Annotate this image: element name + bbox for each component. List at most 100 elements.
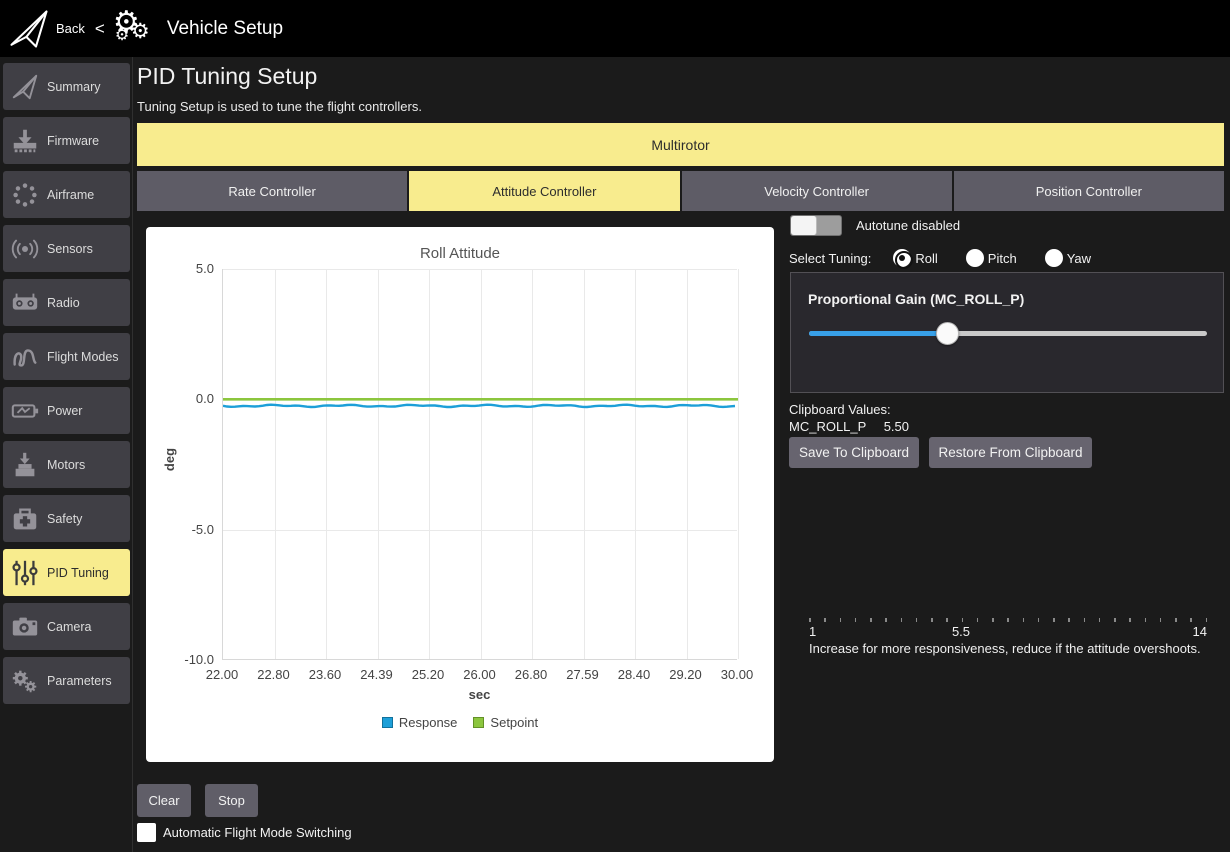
tab-position-controller[interactable]: Position Controller — [954, 171, 1224, 211]
stop-button[interactable]: Stop — [205, 784, 258, 817]
radio-icon — [10, 288, 40, 318]
x-tick-label: 30.00 — [707, 667, 767, 682]
legend-item-setpoint: Setpoint — [473, 715, 538, 730]
sidebar-divider — [132, 57, 133, 852]
first-aid-icon — [10, 504, 40, 534]
slider-tick — [992, 618, 994, 622]
series-lines — [223, 269, 738, 660]
roll-radio-button[interactable] — [893, 249, 911, 267]
automatic-flight-mode-checkbox[interactable] — [137, 823, 156, 842]
setpoint-swatch — [473, 717, 484, 728]
y-tick-label: -10.0 — [152, 652, 214, 667]
clipboard-heading: Clipboard Values: — [789, 402, 891, 417]
battery-icon — [10, 396, 40, 426]
sidebar-item-safety[interactable]: Safety — [3, 495, 130, 542]
gain-slider[interactable] — [809, 326, 1207, 342]
controller-tab-bar: Rate Controller Attitude Controller Velo… — [137, 171, 1224, 211]
yaw-radio-button[interactable] — [1045, 249, 1063, 267]
slider-tick — [916, 618, 918, 622]
slider-tick — [1206, 618, 1208, 622]
y-tick-label: 5.0 — [152, 261, 214, 276]
auto-flight-mode-row: Automatic Flight Mode Switching — [137, 823, 352, 842]
sidebar-item-airframe[interactable]: Airframe — [3, 171, 130, 218]
sidebar-item-pid-tuning[interactable]: PID Tuning — [3, 549, 130, 596]
slider-tick — [1114, 618, 1116, 622]
slider-thumb[interactable] — [936, 322, 959, 345]
gears-icon — [10, 666, 40, 696]
slider-tick — [1053, 618, 1055, 622]
sidebar-item-summary[interactable]: Summary — [3, 63, 130, 110]
response-swatch — [382, 717, 393, 728]
slider-max-label: 14 — [1193, 624, 1207, 639]
legend-item-response: Response — [382, 715, 458, 730]
radio-pitch[interactable]: Pitch — [966, 249, 1017, 267]
x-axis-title: sec — [222, 687, 737, 702]
slider-tick — [1084, 618, 1086, 622]
slider-tick — [809, 618, 811, 622]
camera-icon — [10, 612, 40, 642]
slider-tick — [824, 618, 826, 622]
slider-tick — [931, 618, 933, 622]
slider-tick — [1099, 618, 1101, 622]
page-subtitle: Tuning Setup is used to tune the flight … — [137, 99, 422, 114]
tab-attitude-controller[interactable]: Attitude Controller — [409, 171, 679, 211]
breadcrumb-chevron: < — [95, 19, 105, 39]
airframe-icon — [10, 180, 40, 210]
slider-tick — [885, 618, 887, 622]
select-tuning-label: Select Tuning: — [789, 251, 871, 266]
restore-from-clipboard-button[interactable]: Restore From Clipboard — [929, 437, 1092, 468]
flight-modes-icon — [10, 342, 40, 372]
sidebar-item-camera[interactable]: Camera — [3, 603, 130, 650]
slider-value-label: 5.5 — [931, 624, 991, 639]
slider-ticks — [809, 618, 1207, 622]
gain-description: Increase for more responsiveness, reduce… — [809, 641, 1201, 656]
slider-tick — [901, 618, 903, 622]
slider-fill — [809, 331, 947, 336]
firmware-icon — [10, 126, 40, 156]
slider-tick — [1190, 618, 1192, 622]
vehicle-class-banner: Multirotor — [137, 123, 1224, 166]
select-tuning-row: Select Tuning: Roll Pitch Yaw — [789, 249, 1119, 267]
sidebar-item-power[interactable]: Power — [3, 387, 130, 434]
autotune-toggle[interactable] — [790, 215, 842, 236]
sidebar-item-parameters[interactable]: Parameters — [3, 657, 130, 704]
slider-tick — [1160, 618, 1162, 622]
slider-tick — [962, 618, 964, 622]
back-button[interactable]: Back — [56, 21, 85, 36]
vehicle-setup-gears-icon: ⚙⚙⚙ — [113, 7, 157, 51]
proportional-gain-panel: Proportional Gain (MC_ROLL_P) 1 5.5 14 I… — [790, 272, 1224, 393]
sidebar-item-motors[interactable]: Motors — [3, 441, 130, 488]
tab-rate-controller[interactable]: Rate Controller — [137, 171, 407, 211]
y-tick-label: 0.0 — [152, 391, 214, 406]
setup-sidebar: Summary Firmware A — [3, 63, 130, 704]
radio-yaw[interactable]: Yaw — [1045, 249, 1091, 267]
autotune-label: Autotune disabled — [856, 218, 960, 233]
roll-attitude-chart: Roll Attitude deg 5.00.0-5.0-10.0 22.002… — [146, 227, 774, 762]
clipboard-value-row: MC_ROLL_P 5.50 — [789, 419, 909, 434]
checkbox-label: Automatic Flight Mode Switching — [163, 825, 352, 840]
toggle-handle[interactable] — [791, 216, 817, 235]
sliders-icon — [10, 558, 40, 588]
vertical-gridline — [738, 269, 739, 659]
sidebar-item-firmware[interactable]: Firmware — [3, 117, 130, 164]
radio-roll[interactable]: Roll — [893, 249, 937, 267]
clipboard-param: MC_ROLL_P — [789, 419, 866, 434]
sidebar-item-sensors[interactable]: Sensors — [3, 225, 130, 272]
header-title: Vehicle Setup — [167, 18, 283, 40]
slider-tick — [1023, 618, 1025, 622]
save-to-clipboard-button[interactable]: Save To Clipboard — [789, 437, 919, 468]
slider-min-label: 1 — [809, 624, 816, 639]
tab-velocity-controller[interactable]: Velocity Controller — [682, 171, 952, 211]
pitch-radio-button[interactable] — [966, 249, 984, 267]
y-axis-title: deg — [162, 448, 177, 471]
slider-tick — [1007, 618, 1009, 622]
chart-legend: Response Setpoint — [146, 715, 774, 730]
plane-icon — [10, 72, 40, 102]
clear-button[interactable]: Clear — [137, 784, 191, 817]
slider-tick — [1068, 618, 1070, 622]
sidebar-item-radio[interactable]: Radio — [3, 279, 130, 326]
sidebar-item-flight-modes[interactable]: Flight Modes — [3, 333, 130, 380]
clipboard-param-value: 5.50 — [884, 419, 909, 434]
slider-tick — [977, 618, 979, 622]
slider-tick — [946, 618, 948, 622]
